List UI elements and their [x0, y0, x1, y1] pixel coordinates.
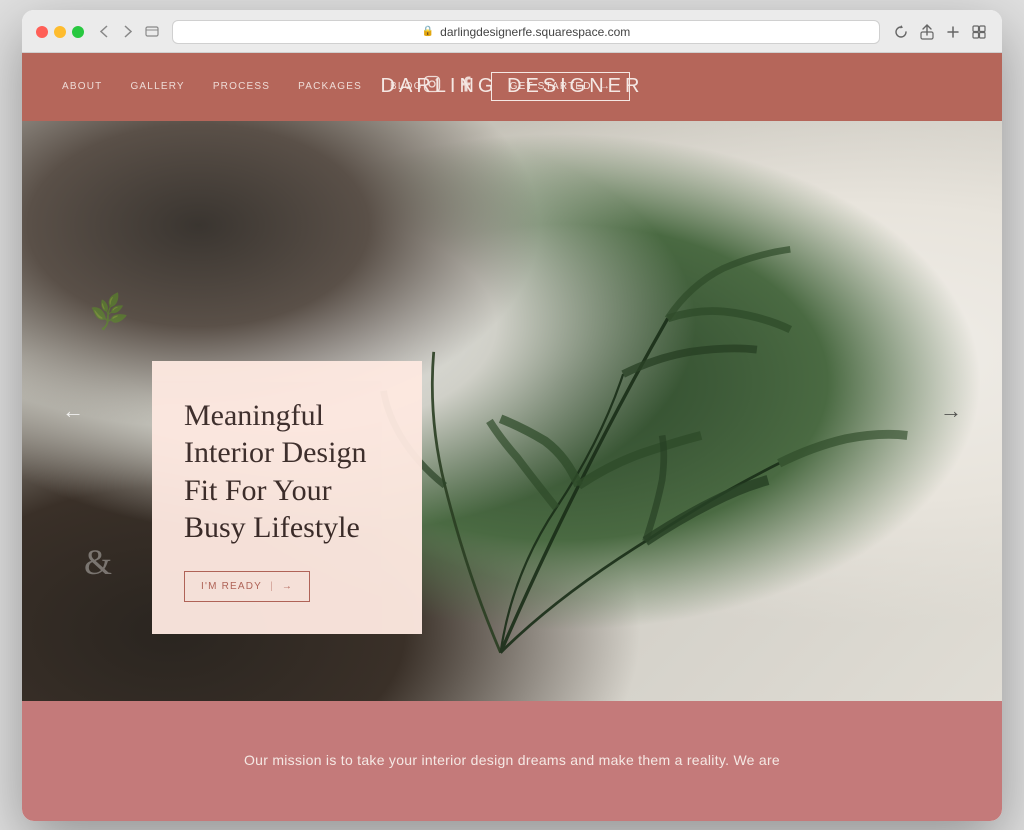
im-ready-separator: | — [270, 581, 274, 592]
address-bar[interactable]: 🔒 darlingdesignerfe.squarespace.com — [172, 20, 880, 44]
reload-button[interactable] — [892, 23, 910, 41]
mission-section: Our mission is to take your interior des… — [22, 701, 1002, 821]
tab-overview-button[interactable] — [970, 23, 988, 41]
nav-left: ABOUT GALLERY PROCESS PACKAGES BLOG — [62, 81, 423, 92]
browser-chrome: 🔒 darlingdesignerfe.squarespace.com — [22, 10, 1002, 53]
site-logo[interactable]: DARLING DESIGNER — [381, 75, 644, 98]
hero-prev-button[interactable]: ← — [62, 398, 84, 424]
im-ready-label: I'M READY — [201, 581, 262, 592]
mission-text: Our mission is to take your interior des… — [244, 749, 780, 773]
close-button[interactable] — [36, 26, 48, 38]
im-ready-arrow-icon: → — [282, 581, 293, 592]
new-tab-button[interactable] — [944, 23, 962, 41]
minimize-button[interactable] — [54, 26, 66, 38]
site-content: ABOUT GALLERY PROCESS PACKAGES BLOG DARL… — [22, 53, 1002, 821]
back-button[interactable] — [96, 24, 112, 40]
window-controls-icon — [144, 24, 160, 40]
forward-button[interactable] — [120, 24, 136, 40]
maximize-button[interactable] — [72, 26, 84, 38]
instagram-icon[interactable] — [423, 75, 441, 98]
ampersand-decoration: & — [84, 541, 112, 583]
browser-window: 🔒 darlingdesignerfe.squarespace.com — [22, 10, 1002, 821]
im-ready-button[interactable]: I'M READY | → — [184, 571, 310, 602]
hero-next-button[interactable]: → — [940, 398, 962, 424]
hero-heading: Meaningful Interior Design Fit For Your … — [184, 397, 390, 547]
url-text: darlingdesignerfe.squarespace.com — [440, 25, 630, 39]
hero-content-box: Meaningful Interior Design Fit For Your … — [152, 361, 422, 634]
hero-section: 🌿 & — [22, 121, 1002, 701]
browser-actions — [892, 23, 988, 41]
nav-item-process[interactable]: PROCESS — [213, 81, 270, 92]
nav-item-about[interactable]: ABOUT — [62, 81, 102, 92]
lock-icon: 🔒 — [422, 26, 434, 37]
nav-item-gallery[interactable]: GALLERY — [130, 81, 184, 92]
site-nav: ABOUT GALLERY PROCESS PACKAGES BLOG DARL… — [22, 53, 1002, 121]
facebook-icon[interactable] — [457, 75, 475, 98]
nav-wrapper: ABOUT GALLERY PROCESS PACKAGES BLOG DARL… — [62, 72, 962, 101]
traffic-lights — [36, 26, 84, 38]
share-button[interactable] — [918, 23, 936, 41]
browser-controls — [96, 24, 160, 40]
nav-item-packages[interactable]: PACKAGES — [298, 81, 362, 92]
